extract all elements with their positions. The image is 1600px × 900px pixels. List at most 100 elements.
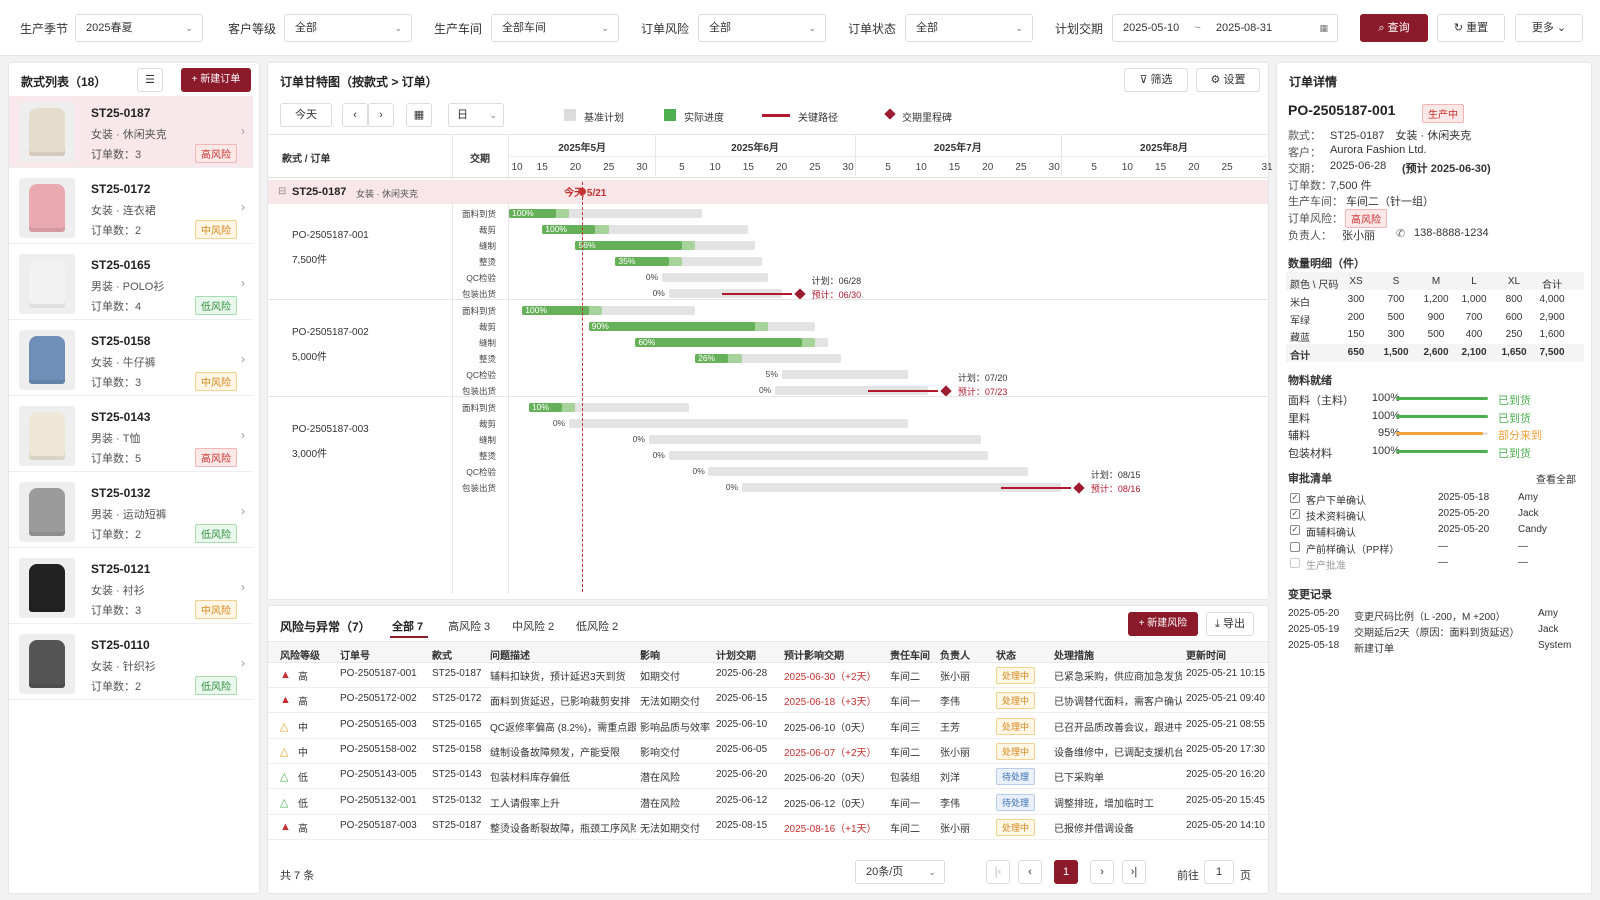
garment-image	[29, 564, 65, 612]
risk-tab[interactable]: 低风险 2	[576, 618, 618, 634]
delivery-end[interactable]: 2025-08-31	[1216, 22, 1272, 34]
list-view-icon[interactable]: ☰	[137, 68, 163, 92]
progress-label: 60%	[638, 337, 656, 347]
first-page-icon[interactable]: |‹	[986, 860, 1010, 884]
baseline-bar[interactable]	[661, 273, 769, 282]
day-tick-label: 31	[1261, 162, 1273, 173]
delivery-range[interactable]: 2025-05-10 ~ 2025-08-31 ▦	[1112, 14, 1338, 42]
last-page-icon[interactable]: ›|	[1122, 860, 1146, 884]
view-mode-select[interactable]: 日 ⌄	[448, 103, 504, 127]
new-order-button[interactable]: + 新建订单	[181, 68, 251, 92]
style-item[interactable]: ST25-0158 女装 · 牛仔裤 订单数：3 中风险 ›	[9, 324, 253, 396]
forecast-delivery: 2025-06-12（0天）	[784, 798, 871, 810]
actual-bar[interactable]	[635, 338, 802, 347]
customer-select[interactable]: 全部 ⌄	[284, 14, 412, 42]
baseline-bar[interactable]	[708, 467, 1028, 476]
status-badge: 处理中	[996, 692, 1036, 710]
change-date: 2025-05-18	[1288, 640, 1340, 651]
order-number[interactable]: PO-2505187-003	[292, 424, 369, 435]
goto-page-input[interactable]: 1	[1204, 860, 1234, 884]
order-number[interactable]: PO-2505187-001	[292, 230, 369, 241]
order-number[interactable]: PO-2505187-001	[340, 668, 417, 679]
forecast-delivery: 2025-06-07（+2天）	[784, 747, 877, 759]
view-all-link[interactable]: 查看全部	[1536, 471, 1576, 486]
progress-label: 10%	[531, 402, 549, 412]
customer-value: 全部	[295, 22, 317, 34]
style-category: 男装 · POLO衫	[91, 281, 165, 293]
qty-cell: 700	[1387, 294, 1405, 305]
page-size-select[interactable]: 20条/页 ⌄	[855, 860, 945, 884]
order-number[interactable]: PO-2505165-003	[340, 719, 417, 730]
baseline-bar[interactable]	[568, 419, 908, 428]
style-category: 女装 · 牛仔裤	[91, 357, 156, 369]
delivery-start[interactable]: 2025-05-10	[1123, 22, 1179, 34]
status-select[interactable]: 全部 ⌄	[905, 14, 1033, 42]
warning-icon: △	[280, 745, 289, 758]
query-button[interactable]: ⌕ 查询	[1360, 14, 1428, 42]
prev-icon[interactable]: ‹	[342, 103, 368, 127]
risk-tab[interactable]: 高风险 3	[448, 618, 490, 634]
day-tick-label: 25	[1221, 162, 1233, 173]
order-count: 订单数：5	[91, 453, 142, 465]
progress-label: 0%	[692, 466, 705, 476]
status-badge: 生产中	[1422, 104, 1464, 123]
filter-button[interactable]: ⊽ 筛选	[1124, 68, 1188, 92]
new-risk-button[interactable]: + 新建风险	[1128, 612, 1198, 636]
next-page-icon[interactable]: ›	[1090, 860, 1114, 884]
style-item[interactable]: ST25-0121 女装 · 衬衫 订单数：3 中风险 ›	[9, 552, 253, 624]
risk-badge: 低风险	[195, 524, 237, 543]
order-number[interactable]: PO-2505143-005	[340, 769, 417, 780]
workshop-select[interactable]: 全部车间 ⌄	[491, 14, 619, 42]
baseline-bar[interactable]	[648, 435, 982, 444]
actual-bar[interactable]	[588, 322, 755, 331]
status-label: 订单状态	[848, 22, 897, 36]
order-number[interactable]: PO-2505187-002	[292, 327, 369, 338]
plan-delivery: 2025-06-05	[716, 743, 768, 755]
chevron-down-icon: ⌄	[808, 23, 816, 33]
approval-person: Candy	[1518, 524, 1547, 536]
table-header-cell: 负责人	[940, 651, 970, 662]
more-button[interactable]: 更多 ⌄	[1515, 14, 1583, 42]
today-button[interactable]: 今天	[280, 103, 332, 127]
change-title: 变更记录	[1288, 589, 1332, 601]
style-code: ST25-0187	[91, 106, 151, 120]
style-item[interactable]: ST25-0172 女装 · 连衣裙 订单数：2 中风险 ›	[9, 172, 253, 244]
style-item[interactable]: ST25-0143 男装 · T恤 订单数：5 高风险 ›	[9, 400, 253, 472]
export-button[interactable]: ⤓ 导出	[1206, 612, 1254, 636]
risk-tab[interactable]: 全部 7	[392, 618, 423, 634]
risk-tab[interactable]: 中风险 2	[512, 618, 554, 634]
calendar-icon[interactable]: ▦	[406, 103, 432, 127]
risk-select[interactable]: 全部 ⌄	[698, 14, 826, 42]
warning-icon: △	[280, 796, 289, 809]
phone-icon: ✆	[1396, 228, 1406, 240]
prev-page-icon[interactable]: ‹	[1018, 860, 1042, 884]
group-row[interactable]	[268, 180, 1268, 204]
collapse-icon[interactable]: ⊟	[278, 186, 286, 197]
approval-checkbox[interactable]: ✓	[1290, 525, 1300, 536]
baseline-bar[interactable]	[668, 451, 988, 460]
approval-name: 产前样确认（PP样）	[1306, 544, 1400, 556]
order-number[interactable]: PO-2505172-002	[340, 693, 417, 704]
style-item[interactable]: ST25-0132 男装 · 运动短裤 订单数：2 低风险 ›	[9, 476, 253, 548]
baseline-bar[interactable]	[781, 370, 908, 379]
material-state: 部分来到	[1498, 430, 1542, 442]
style-item[interactable]: ST25-0187 女装 · 休闲夹克 订单数：3 高风险 ›	[9, 96, 253, 168]
garment-image	[29, 488, 65, 536]
next-icon[interactable]: ›	[368, 103, 394, 127]
approval-checkbox[interactable]	[1290, 557, 1300, 568]
reset-button[interactable]: ↻ 重置	[1437, 14, 1505, 42]
order-number[interactable]: PO-2505132-001	[340, 795, 417, 806]
order-number[interactable]: PO-2505187-003	[340, 820, 417, 831]
style-item[interactable]: ST25-0165 男装 · POLO衫 订单数：4 低风险 ›	[9, 248, 253, 320]
action: 调整排班，增加临时工	[1054, 798, 1154, 810]
order-number[interactable]: PO-2505158-002	[340, 744, 417, 755]
approval-checkbox[interactable]: ✓	[1290, 509, 1300, 520]
season-select[interactable]: 2025春夏 ⌄	[75, 14, 203, 42]
style-item[interactable]: ST25-0110 女装 · 针织衫 订单数：2 低风险 ›	[9, 628, 253, 700]
progress-label: 0%	[552, 418, 566, 428]
approval-checkbox[interactable]: ✓	[1290, 493, 1300, 503]
workshop: 车间二	[890, 672, 920, 683]
settings-button[interactable]: ⚙ 设置	[1196, 68, 1260, 92]
approval-checkbox[interactable]	[1290, 541, 1300, 552]
current-page[interactable]: 1	[1054, 860, 1078, 884]
